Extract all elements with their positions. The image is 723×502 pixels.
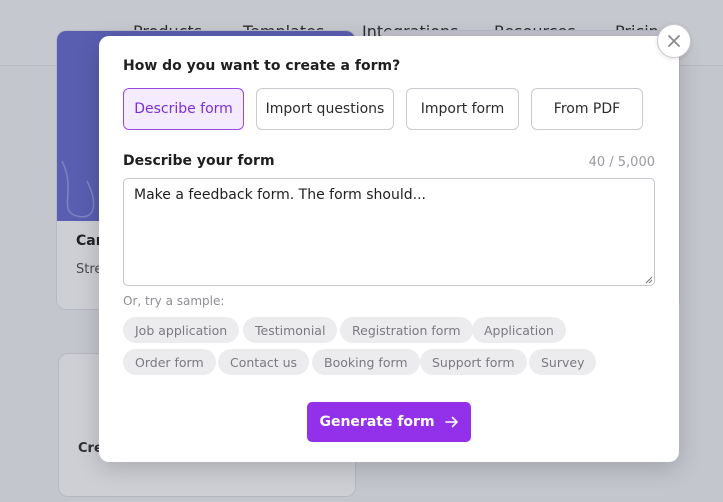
generate-form-button[interactable]: Generate form: [307, 402, 471, 442]
dialog-question: How do you want to create a form?: [123, 58, 401, 74]
close-dialog-button[interactable]: [657, 24, 691, 58]
describe-form-label: Describe your form: [123, 153, 275, 169]
create-form-dialog: How do you want to create a form? Descri…: [99, 36, 679, 462]
sample-chip-support-form[interactable]: Support form: [420, 349, 527, 375]
form-description-textarea[interactable]: [123, 178, 655, 286]
mode-label: From PDF: [553, 101, 621, 117]
sample-chip-registration-form[interactable]: Registration form: [340, 317, 473, 343]
sample-chip-job-application[interactable]: Job application: [123, 317, 240, 343]
mode-label: Import form: [420, 101, 505, 117]
mode-label: Import questions: [265, 101, 385, 117]
mode-import-questions-button[interactable]: Import questions: [256, 88, 394, 130]
resize-handle-icon[interactable]: [645, 276, 653, 284]
sample-chip-order-form[interactable]: Order form: [123, 349, 216, 375]
sample-chip-contact-us[interactable]: Contact us: [218, 349, 310, 375]
sample-prompt-label: Or, try a sample:: [123, 294, 225, 308]
mode-label: Describe form: [134, 101, 233, 117]
generate-button-label: Generate form: [319, 414, 435, 430]
sample-chip-application[interactable]: Application: [472, 317, 566, 343]
character-count: 40 / 5,000: [588, 155, 655, 170]
sample-chip-testimonial[interactable]: Testimonial: [243, 317, 338, 343]
mode-describe-form-button[interactable]: Describe form: [123, 88, 244, 130]
mode-import-form-button[interactable]: Import form: [406, 88, 519, 130]
close-icon: [668, 35, 680, 47]
sample-chip-survey[interactable]: Survey: [529, 349, 597, 375]
arrow-right-icon: [444, 416, 458, 428]
sample-chip-booking-form[interactable]: Booking form: [312, 349, 420, 375]
mode-from-pdf-button[interactable]: From PDF: [531, 88, 643, 130]
